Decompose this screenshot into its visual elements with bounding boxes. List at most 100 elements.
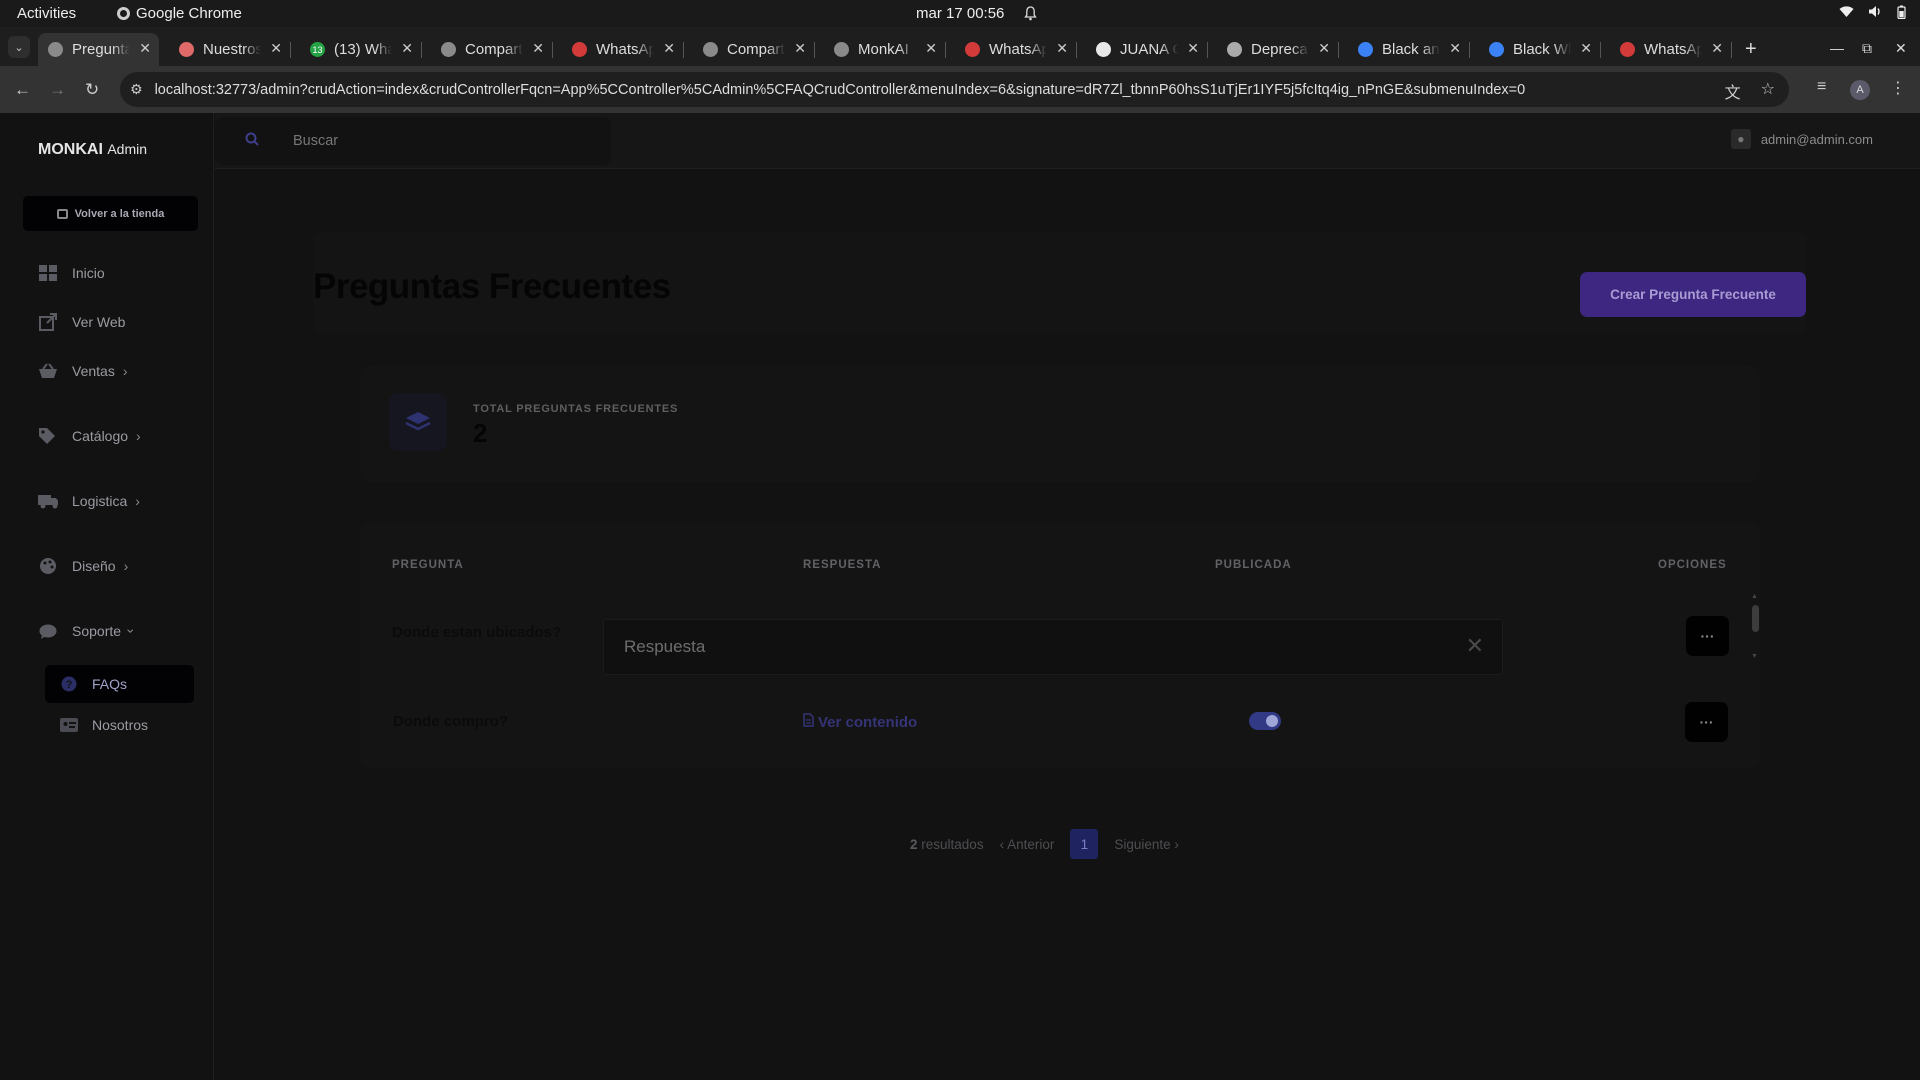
browser-tab[interactable]: Compartir ✕	[431, 33, 553, 66]
close-tab-icon[interactable]: ✕	[925, 40, 937, 57]
activities-button[interactable]: Activities	[17, 5, 76, 22]
sidebar-item-logistica[interactable]: Logistica ›	[38, 491, 140, 511]
browser-tab[interactable]: MonkAI ✕	[824, 33, 946, 66]
translate-icon[interactable]: 文	[1725, 79, 1741, 103]
user-email: admin@admin.com	[1760, 131, 1873, 147]
column-header-respuesta[interactable]: RESPUESTA	[803, 559, 881, 571]
browser-tab[interactable]: JUANA C ✕	[1086, 33, 1208, 66]
media-control-icon[interactable]: ≡	[1817, 78, 1826, 96]
browser-tab[interactable]: Nuestros ✕	[169, 33, 291, 66]
reload-icon[interactable]: ↻	[85, 80, 99, 100]
favicon-icon	[1358, 42, 1373, 57]
row-options-button[interactable]: ···	[1685, 702, 1728, 742]
brand-logo[interactable]: MONKAI Admin	[38, 141, 147, 159]
system-top-bar: Activities Google Chrome mar 17 00:56	[0, 0, 1920, 27]
column-header-publicada[interactable]: PUBLICADA	[1215, 559, 1292, 571]
svg-text:?: ?	[66, 679, 73, 691]
sidebar-item-catalogo[interactable]: Catálogo ›	[38, 426, 141, 446]
column-header-pregunta[interactable]: PREGUNTA	[392, 559, 464, 571]
chrome-menu-icon[interactable]: ⋮	[1890, 78, 1906, 98]
close-tab-icon[interactable]: ✕	[401, 40, 413, 57]
address-bar[interactable]: ⚙ localhost:32773/admin?crudAction=index…	[120, 72, 1789, 107]
tags-icon	[38, 426, 58, 446]
view-content-link[interactable]: Ver contenido	[803, 713, 917, 731]
minimize-icon[interactable]: ―	[1830, 40, 1844, 56]
browser-tab[interactable]: WhatsApp ✕	[1610, 33, 1732, 66]
system-tray[interactable]	[1839, 5, 1906, 23]
close-window-icon[interactable]: ✕	[1895, 40, 1907, 57]
chevron-right-icon: ›	[135, 493, 140, 509]
search-input[interactable]: Buscar	[215, 117, 611, 165]
sidebar-item-ventas[interactable]: Ventas ›	[38, 361, 128, 381]
search-placeholder: Buscar	[293, 133, 339, 149]
tab-separator	[1600, 42, 1601, 58]
battery-icon	[1897, 5, 1906, 23]
forward-arrow-icon[interactable]: →	[49, 80, 66, 100]
tab-title: Preguntas	[72, 41, 130, 58]
browser-tab[interactable]: WhatsApp ✕	[955, 33, 1077, 66]
layers-icon	[389, 393, 447, 451]
scroll-down-icon[interactable]: ▼	[1751, 653, 1758, 660]
url-text[interactable]: localhost:32773/admin?crudAction=index&c…	[155, 82, 1526, 98]
close-tab-icon[interactable]: ✕	[1056, 40, 1068, 57]
sidebar-item-ver-web[interactable]: Ver Web	[38, 312, 125, 332]
tab-title: (13) WhatsApp	[334, 41, 392, 58]
page-1-button[interactable]: 1	[1070, 829, 1099, 859]
sidebar-item-nosotros[interactable]: Nosotros	[45, 706, 194, 744]
browser-tab[interactable]: Deprecated ✕	[1217, 33, 1339, 66]
browser-tab[interactable]: 13 (13) WhatsApp ✕	[300, 33, 422, 66]
clock[interactable]: mar 17 00:56	[916, 5, 1004, 22]
close-icon[interactable]: ✕	[1466, 633, 1484, 659]
tab-title: Nuestros	[203, 41, 261, 58]
close-tab-icon[interactable]: ✕	[1318, 40, 1330, 57]
chevron-down-icon: ›	[123, 628, 140, 634]
new-tab-button[interactable]: +	[1745, 38, 1757, 61]
favicon-icon	[179, 42, 194, 57]
stat-label: TOTAL PREGUNTAS FRECUENTES	[473, 403, 679, 415]
browser-tab[interactable]: Black White ✕	[1479, 33, 1601, 66]
back-arrow-icon[interactable]: ←	[14, 80, 31, 100]
sidebar-item-inicio[interactable]: Inicio	[38, 263, 105, 283]
restore-icon[interactable]: ⧉	[1862, 40, 1872, 57]
respuesta-field-value[interactable]: Respuesta	[624, 637, 705, 657]
browser-tab[interactable]: WhatsApp ✕	[562, 33, 684, 66]
field-scrollbar[interactable]: ▲ ▼	[1750, 593, 1760, 663]
store-icon	[56, 208, 68, 219]
sidebar-item-soporte[interactable]: Soporte ›	[38, 621, 139, 641]
close-tab-icon[interactable]: ✕	[1449, 40, 1461, 57]
close-tab-icon[interactable]: ✕	[663, 40, 675, 57]
sidebar-item-diseno[interactable]: Diseño ›	[38, 556, 128, 576]
tab-search-button[interactable]: ⌄	[8, 36, 30, 58]
close-tab-icon[interactable]: ✕	[794, 40, 806, 57]
tab-title: Black and	[1382, 41, 1440, 58]
create-faq-button[interactable]: Crear Pregunta Frecuente	[1580, 272, 1806, 317]
browser-tab[interactable]: Compartir ✕	[693, 33, 815, 66]
volume-icon	[1868, 5, 1883, 23]
site-info-icon[interactable]: ⚙	[130, 81, 143, 98]
scrollbar-thumb[interactable]	[1752, 605, 1759, 632]
back-to-store-button[interactable]: Volver a la tienda	[23, 196, 198, 231]
close-tab-icon[interactable]: ✕	[1580, 40, 1592, 57]
bookmark-star-icon[interactable]: ☆	[1761, 79, 1775, 103]
user-menu[interactable]: ● admin@admin.com	[1730, 129, 1873, 149]
close-tab-icon[interactable]: ✕	[1187, 40, 1199, 57]
profile-avatar[interactable]: A	[1850, 80, 1870, 100]
document-icon	[803, 713, 814, 731]
close-tab-icon[interactable]: ✕	[270, 40, 282, 57]
row-options-button[interactable]: ···	[1686, 616, 1729, 656]
tab-separator	[1076, 42, 1077, 58]
published-toggle[interactable]	[1249, 712, 1281, 730]
scroll-up-icon[interactable]: ▲	[1751, 593, 1758, 600]
browser-tab[interactable]: Black and ✕	[1348, 33, 1470, 66]
tab-active[interactable]: Preguntas ✕	[38, 33, 159, 66]
close-tab-icon[interactable]: ✕	[532, 40, 544, 57]
faq-question-cell: Donde estan ubicados?	[392, 624, 562, 641]
tab-title: Compartir	[727, 41, 785, 58]
app-menu[interactable]: Google Chrome	[117, 5, 242, 22]
close-tab-icon[interactable]: ✕	[1711, 40, 1723, 57]
previous-page-button[interactable]: ‹ Anterior	[1000, 837, 1055, 852]
next-page-button[interactable]: Siguiente ›	[1114, 837, 1179, 852]
respuesta-inline-field[interactable]: Respuesta ✕	[603, 619, 1503, 675]
close-tab-icon[interactable]: ✕	[139, 40, 151, 57]
sidebar-item-faqs[interactable]: ? FAQs	[45, 665, 194, 703]
